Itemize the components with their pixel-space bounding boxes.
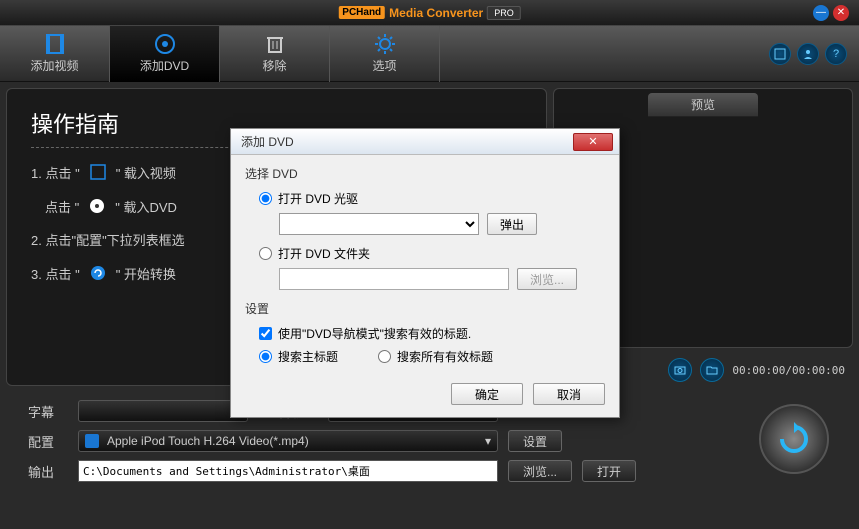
dialog-title: 添加 DVD xyxy=(241,133,294,150)
account-button[interactable] xyxy=(797,43,819,65)
disc-icon xyxy=(87,196,107,216)
app-title-group: PCHand Media Converter PRO xyxy=(338,6,520,20)
trash-icon xyxy=(264,33,286,55)
app-title: Media Converter xyxy=(389,6,483,20)
film-icon xyxy=(44,33,66,55)
device-icon xyxy=(85,434,99,448)
options-button[interactable]: 选项 xyxy=(330,26,440,82)
add-dvd-dialog: 添加 DVD ✕ 选择 DVD 打开 DVD 光驱 弹出 打开 DVD 文件夹 … xyxy=(230,128,620,418)
search-all-radio[interactable] xyxy=(378,350,391,363)
subtitle-label: 字幕 xyxy=(28,402,68,421)
nav-mode-label: 使用"DVD导航模式"搜索有效的标题. xyxy=(278,325,471,342)
edition-badge: PRO xyxy=(487,6,521,20)
add-video-button[interactable]: 添加视频 xyxy=(0,26,110,82)
search-all-label: 搜索所有有效标题 xyxy=(397,348,493,365)
convert-icon xyxy=(88,263,108,283)
gear-icon xyxy=(374,33,396,55)
main-toolbar: 添加视频 添加DVD 移除 选项 ? xyxy=(0,26,859,82)
disc-icon xyxy=(154,33,176,55)
profile-dropdown[interactable]: Apple iPod Touch H.264 Video(*.mp4) ▾ xyxy=(78,430,498,452)
output-path-input[interactable] xyxy=(78,460,498,482)
output-label: 输出 xyxy=(28,462,68,481)
search-main-radio[interactable] xyxy=(259,350,272,363)
drive-select[interactable] xyxy=(279,213,479,235)
open-folder-label: 打开 DVD 文件夹 xyxy=(278,245,370,262)
browse-folder-button[interactable]: 浏览... xyxy=(517,268,577,290)
folder-button[interactable] xyxy=(700,358,724,382)
search-main-label: 搜索主标题 xyxy=(278,348,338,365)
chevron-down-icon: ▾ xyxy=(485,434,491,448)
tool-label: 添加视频 xyxy=(30,57,78,74)
refresh-icon xyxy=(774,419,814,459)
settings-label: 设置 xyxy=(245,300,605,317)
cancel-button[interactable]: 取消 xyxy=(533,383,605,405)
logo-badge: PCHand xyxy=(338,6,385,19)
convert-button[interactable] xyxy=(759,404,829,474)
dialog-titlebar[interactable]: 添加 DVD ✕ xyxy=(231,129,619,155)
add-dvd-button[interactable]: 添加DVD xyxy=(110,26,220,82)
select-dvd-label: 选择 DVD xyxy=(245,165,605,182)
subtitle-dropdown[interactable]: ▾ xyxy=(78,400,248,422)
eject-button[interactable]: 弹出 xyxy=(487,213,537,235)
film-icon xyxy=(88,162,108,182)
open-folder-radio[interactable] xyxy=(259,247,272,260)
open-drive-radio[interactable] xyxy=(259,192,272,205)
close-button[interactable]: ✕ xyxy=(833,5,849,21)
tool-label: 添加DVD xyxy=(140,57,189,74)
open-drive-label: 打开 DVD 光驱 xyxy=(278,190,358,207)
help-button[interactable]: ? xyxy=(825,43,847,65)
snapshot-button[interactable] xyxy=(668,358,692,382)
nav-mode-checkbox[interactable] xyxy=(259,327,272,340)
tool-label: 选项 xyxy=(372,57,396,74)
tool-label: 移除 xyxy=(262,57,286,74)
browse-button[interactable]: 浏览... xyxy=(508,460,572,482)
time-display: 00:00:00/00:00:00 xyxy=(732,364,845,377)
minimize-button[interactable]: — xyxy=(813,5,829,21)
ok-button[interactable]: 确定 xyxy=(451,383,523,405)
open-button[interactable]: 打开 xyxy=(582,460,636,482)
preview-tab[interactable]: 预览 xyxy=(648,93,758,117)
settings-button[interactable]: 设置 xyxy=(508,430,562,452)
dialog-close-button[interactable]: ✕ xyxy=(573,133,613,151)
titlebar: PCHand Media Converter PRO — ✕ xyxy=(0,0,859,26)
folder-path-input[interactable] xyxy=(279,268,509,290)
skin-button[interactable] xyxy=(769,43,791,65)
profile-label: 配置 xyxy=(28,432,68,451)
remove-button[interactable]: 移除 xyxy=(220,26,330,82)
